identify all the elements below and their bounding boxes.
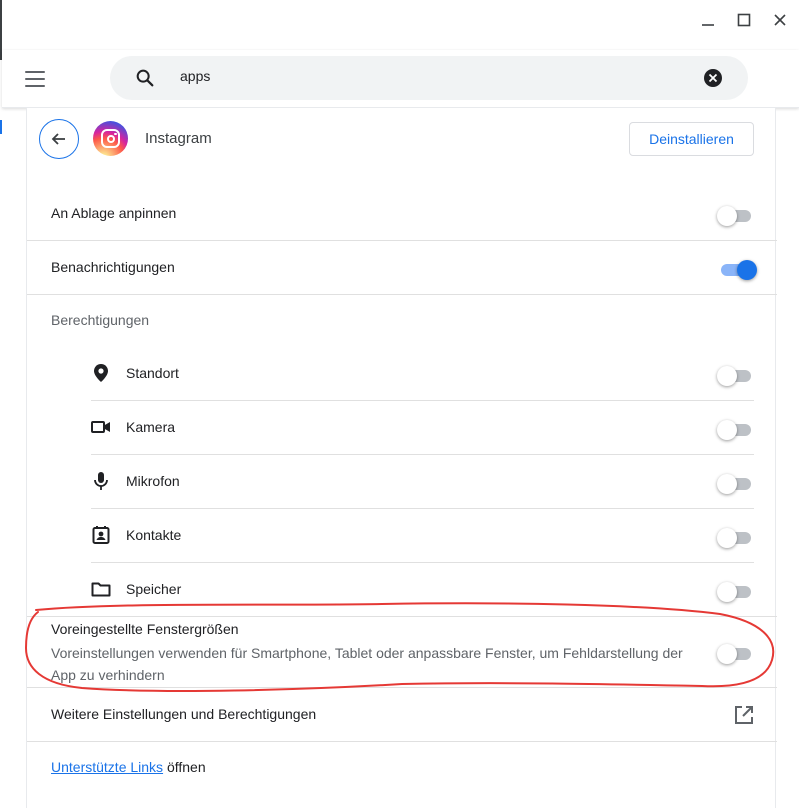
- top-bar: apps: [2, 50, 799, 108]
- menu-icon[interactable]: [24, 68, 46, 90]
- microphone-toggle[interactable]: [717, 472, 753, 494]
- settings-window: apps Instagram Deinstallieren An Ablage …: [2, 0, 799, 808]
- notifications-label: Benachrichtigungen: [51, 259, 175, 275]
- permission-label: Standort: [126, 365, 179, 381]
- permission-label: Kamera: [126, 419, 176, 435]
- supported-links-link[interactable]: Unterstützte Links: [51, 759, 163, 775]
- camera-toggle[interactable]: [717, 418, 753, 440]
- more-settings-row[interactable]: Weitere Einstellungen und Berechtigungen: [51, 706, 316, 722]
- video-camera-icon: [91, 417, 111, 437]
- app-header: Instagram Deinstallieren: [27, 108, 777, 172]
- location-pin-icon: [91, 363, 111, 383]
- open-in-new-icon[interactable]: [733, 704, 755, 726]
- close-icon: [774, 14, 786, 26]
- close-window-button[interactable]: [771, 10, 789, 30]
- window-controls: [699, 10, 789, 30]
- contacts-icon: [91, 525, 111, 545]
- storage-toggle[interactable]: [717, 580, 753, 602]
- permissions-heading: Berechtigungen: [51, 312, 150, 328]
- permission-label: Speicher: [126, 581, 182, 597]
- supported-links-row: Unterstützte Links öffnen: [51, 759, 206, 775]
- pin-shelf-label: An Ablage anpinnen: [51, 205, 177, 221]
- divider: [27, 616, 777, 617]
- folder-icon: [91, 579, 111, 599]
- search-icon: [136, 69, 154, 87]
- back-button[interactable]: [39, 119, 79, 159]
- permission-row-camera[interactable]: Kamera: [91, 400, 754, 454]
- permission-row-storage[interactable]: Speicher: [91, 562, 754, 616]
- divider: [27, 294, 777, 295]
- pin-shelf-toggle[interactable]: [717, 204, 753, 226]
- app-name: Instagram: [145, 130, 212, 147]
- window-size-description: Voreinstellungen verwenden für Smartphon…: [51, 645, 683, 683]
- notifications-row[interactable]: Benachrichtigungen: [27, 240, 777, 294]
- permission-row-location[interactable]: Standort: [91, 346, 754, 400]
- divider: [27, 687, 777, 688]
- search-box[interactable]: apps: [110, 56, 748, 100]
- permission-label: Kontakte: [126, 527, 182, 543]
- window-size-title: Voreingestellte Fenstergrößen: [51, 621, 239, 637]
- instagram-logo-icon: [93, 121, 128, 156]
- window-size-toggle[interactable]: [717, 642, 753, 664]
- app-settings-card: Instagram Deinstallieren An Ablage anpin…: [26, 108, 777, 808]
- arrow-back-icon: [51, 133, 65, 145]
- supported-links-suffix: öffnen: [163, 759, 206, 775]
- search-input[interactable]: apps: [180, 68, 210, 84]
- clear-search-icon[interactable]: [704, 69, 722, 87]
- location-toggle[interactable]: [717, 364, 753, 386]
- contacts-toggle[interactable]: [717, 526, 753, 548]
- permission-row-contacts[interactable]: Kontakte: [91, 508, 754, 562]
- uninstall-button[interactable]: Deinstallieren: [629, 122, 754, 156]
- maximize-icon: [737, 13, 751, 27]
- minimize-icon: [702, 24, 714, 26]
- permission-row-microphone[interactable]: Mikrofon: [91, 454, 754, 508]
- divider: [27, 741, 777, 742]
- pin-shelf-row[interactable]: An Ablage anpinnen: [27, 186, 777, 240]
- minimize-button[interactable]: [699, 10, 717, 30]
- notifications-toggle[interactable]: [719, 258, 757, 280]
- permission-label: Mikrofon: [126, 473, 180, 489]
- maximize-button[interactable]: [735, 10, 753, 30]
- microphone-icon: [91, 471, 111, 491]
